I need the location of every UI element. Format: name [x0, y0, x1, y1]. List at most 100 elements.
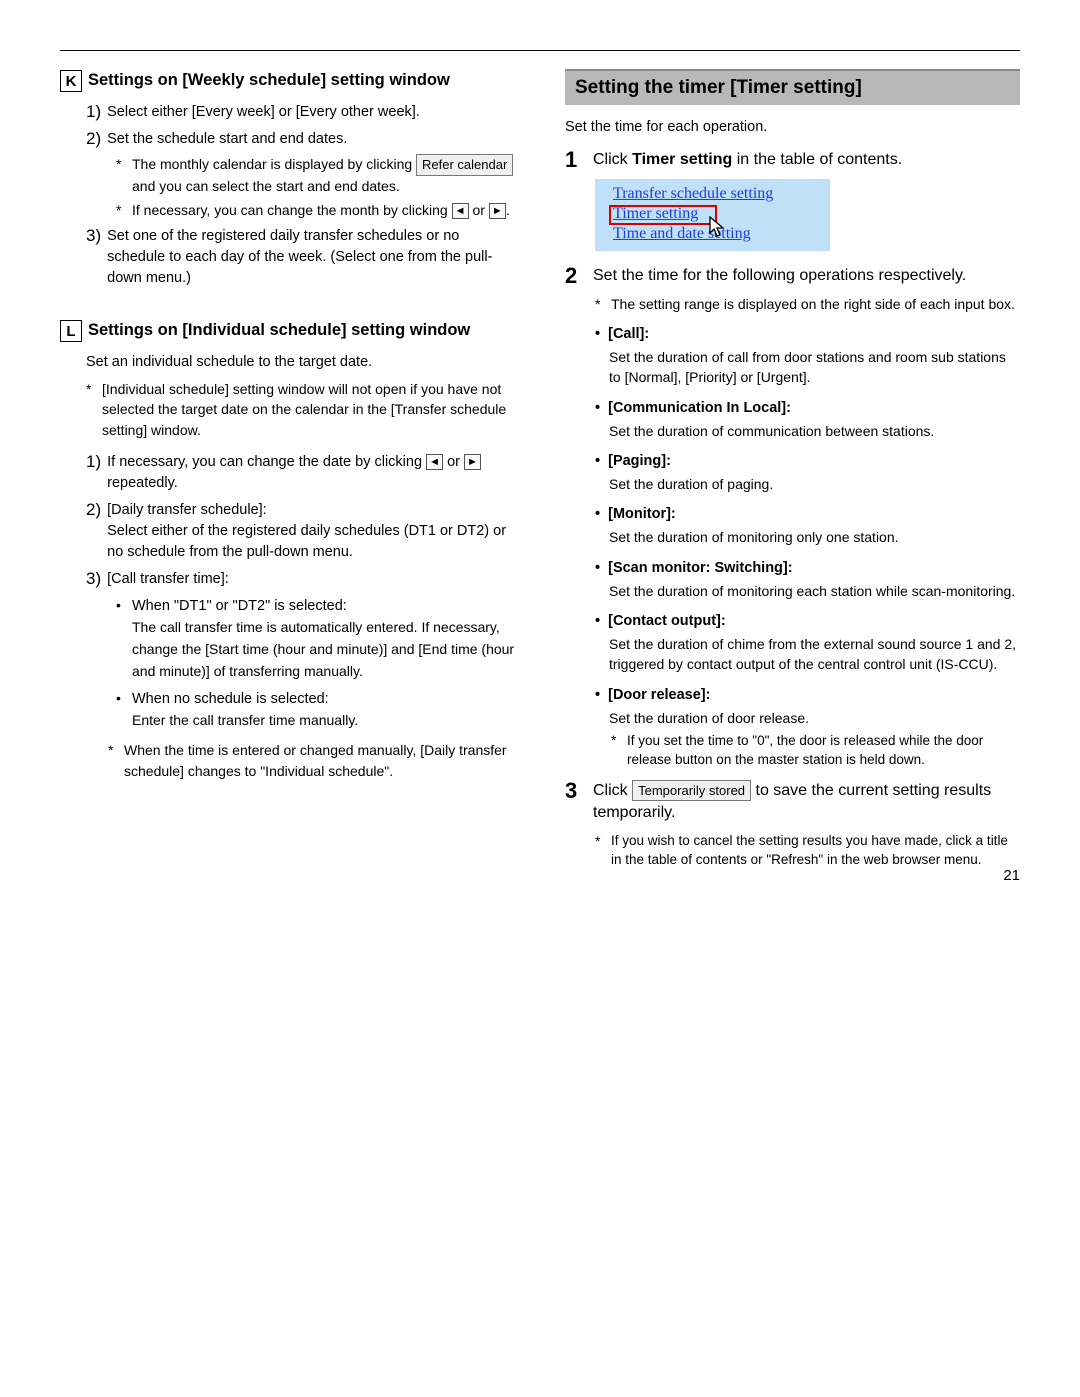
step-number: 2)	[86, 500, 101, 520]
subnote-text: If you set the time to "0", the door is …	[627, 731, 1020, 770]
step-text: Select either [Every week] or [Every oth…	[107, 102, 515, 123]
step-number: 3)	[86, 569, 101, 589]
step-bold: Timer setting	[632, 151, 732, 168]
step-post: in the table of contents.	[732, 151, 902, 168]
step-number: 1	[565, 149, 583, 171]
item-desc: Set the duration of door release.	[609, 708, 1020, 728]
item-desc: Set the duration of monitoring only one …	[609, 527, 1020, 547]
asterisk-icon: *	[116, 200, 126, 220]
item-head: [Door release]:	[609, 685, 1020, 706]
step-head: [Daily transfer schedule]:	[107, 502, 267, 518]
item-desc: Set the duration of chime from the exter…	[609, 634, 1020, 675]
page-number: 21	[1003, 867, 1020, 884]
prev-arrow-button[interactable]: ◄	[452, 203, 469, 219]
bullet-text: The call transfer time is automatically …	[132, 619, 514, 679]
l3-bullet-2: • When no schedule is selected: Enter th…	[116, 689, 515, 732]
note-end: .	[506, 202, 510, 218]
r-step-3: 3 Click Temporarily stored to save the c…	[565, 780, 1020, 825]
bullet-head: When no schedule is selected:	[132, 691, 329, 707]
step-text: Select either of the registered daily sc…	[107, 523, 506, 560]
section-k-title: Settings on [Weekly schedule] setting wi…	[88, 69, 450, 91]
item-comm: [Communication In Local]: Set the durati…	[595, 398, 1020, 441]
note-text: When the time is entered or changed manu…	[124, 740, 515, 781]
k-step-2: 2) Set the schedule start and end dates.	[86, 129, 515, 150]
asterisk-icon: *	[86, 379, 96, 440]
step-number: 1)	[86, 452, 101, 472]
timer-intro: Set the time for each operation.	[565, 119, 1020, 135]
item-call: [Call]: Set the duration of call from do…	[595, 324, 1020, 388]
r-step-2: 2 Set the time for the following operati…	[565, 265, 1020, 287]
step-text-cont: repeatedly.	[107, 475, 178, 491]
k-step-1: 1) Select either [Every week] or [Every …	[86, 102, 515, 123]
step-text: If necessary, you can change the date by…	[107, 454, 426, 470]
left-column: K Settings on [Weekly schedule] setting …	[60, 69, 515, 874]
l-intro: Set an individual schedule to the target…	[86, 352, 515, 373]
cursor-icon	[707, 215, 729, 241]
step-number: 1)	[86, 102, 101, 122]
k-step-3: 3) Set one of the registered daily trans…	[86, 226, 515, 289]
l3-note: * When the time is entered or changed ma…	[108, 740, 515, 781]
note-text-cont: and you can select the start and end dat…	[132, 178, 400, 194]
item-head: [Communication In Local]:	[609, 398, 1020, 419]
section-l-title: Settings on [Individual schedule] settin…	[88, 319, 470, 341]
step-head: [Call transfer time]:	[107, 569, 515, 590]
step-pre: Click	[593, 782, 632, 799]
note-text: The setting range is displayed on the ri…	[611, 294, 1020, 314]
next-arrow-button[interactable]: ►	[464, 454, 481, 470]
temporarily-stored-button[interactable]: Temporarily stored	[632, 780, 751, 802]
item-contact: [Contact output]: Set the duration of ch…	[595, 611, 1020, 675]
note-text: If necessary, you can change the month b…	[132, 202, 452, 218]
item-desc: Set the duration of monitoring each stat…	[609, 581, 1020, 601]
step-or: or	[443, 454, 464, 470]
top-rule	[60, 50, 1020, 51]
asterisk-icon: *	[595, 831, 605, 870]
l3-bullet-1: • When "DT1" or "DT2" is selected: The c…	[116, 596, 515, 683]
l-note-0: * [Individual schedule] setting window w…	[86, 379, 515, 440]
right-column: Setting the timer [Timer setting] Set th…	[565, 69, 1020, 874]
item-desc: Set the duration of communication betwee…	[609, 421, 1020, 441]
toc-link-transfer[interactable]: Transfer schedule setting	[613, 185, 822, 203]
k2-note-1: * The monthly calendar is displayed by c…	[116, 154, 515, 196]
bullet-icon: •	[116, 596, 124, 683]
item-desc: Set the duration of call from door stati…	[609, 347, 1020, 388]
section-letter-k: K	[60, 70, 82, 92]
item-door: [Door release]: Set the duration of door…	[595, 685, 1020, 770]
asterisk-icon: *	[595, 294, 605, 314]
section-k-header: K Settings on [Weekly schedule] setting …	[60, 69, 515, 92]
section-letter-l: L	[60, 320, 82, 342]
section-l-header: L Settings on [Individual schedule] sett…	[60, 319, 515, 342]
bullet-icon: •	[116, 689, 124, 732]
l-step-1: 1) If necessary, you can change the date…	[86, 452, 515, 494]
refer-calendar-button[interactable]: Refer calendar	[416, 154, 513, 176]
bullet-text: Enter the call transfer time manually.	[132, 712, 358, 728]
asterisk-icon: *	[108, 740, 118, 781]
prev-arrow-button[interactable]: ◄	[426, 454, 443, 470]
toc-screenshot: Transfer schedule setting Timer setting …	[595, 179, 830, 251]
step-pre: Click	[593, 151, 632, 168]
r-step-1: 1 Click Timer setting in the table of co…	[565, 149, 1020, 171]
step-number: 2)	[86, 129, 101, 149]
r3-note: * If you wish to cancel the setting resu…	[595, 831, 1020, 870]
step-number: 2	[565, 265, 583, 287]
k2-note-2: * If necessary, you can change the month…	[116, 200, 515, 220]
two-columns: K Settings on [Weekly schedule] setting …	[60, 69, 1020, 874]
item-head: [Call]:	[609, 324, 1020, 345]
timer-setting-header: Setting the timer [Timer setting]	[565, 69, 1020, 105]
bullet-head: When "DT1" or "DT2" is selected:	[132, 598, 347, 614]
step-text: Set one of the registered daily transfer…	[107, 226, 515, 289]
item-desc: Set the duration of paging.	[609, 474, 1020, 494]
l-step-3: 3) [Call transfer time]:	[86, 569, 515, 590]
item-head: [Paging]:	[609, 451, 1020, 472]
step-number: 3	[565, 780, 583, 802]
step-text: Set the time for the following operation…	[593, 265, 1020, 287]
item-head: [Scan monitor: Switching]:	[609, 558, 1020, 579]
manual-page: K Settings on [Weekly schedule] setting …	[0, 0, 1080, 914]
asterisk-icon: *	[116, 154, 126, 196]
note-text: If you wish to cancel the setting result…	[611, 831, 1020, 870]
asterisk-icon: *	[611, 731, 621, 770]
item-head: [Monitor]:	[609, 504, 1020, 525]
step-text: Set the schedule start and end dates.	[107, 129, 515, 150]
next-arrow-button[interactable]: ►	[489, 203, 506, 219]
l-step-2: 2) [Daily transfer schedule]: Select eit…	[86, 500, 515, 563]
item-subnote: * If you set the time to "0", the door i…	[611, 731, 1020, 770]
